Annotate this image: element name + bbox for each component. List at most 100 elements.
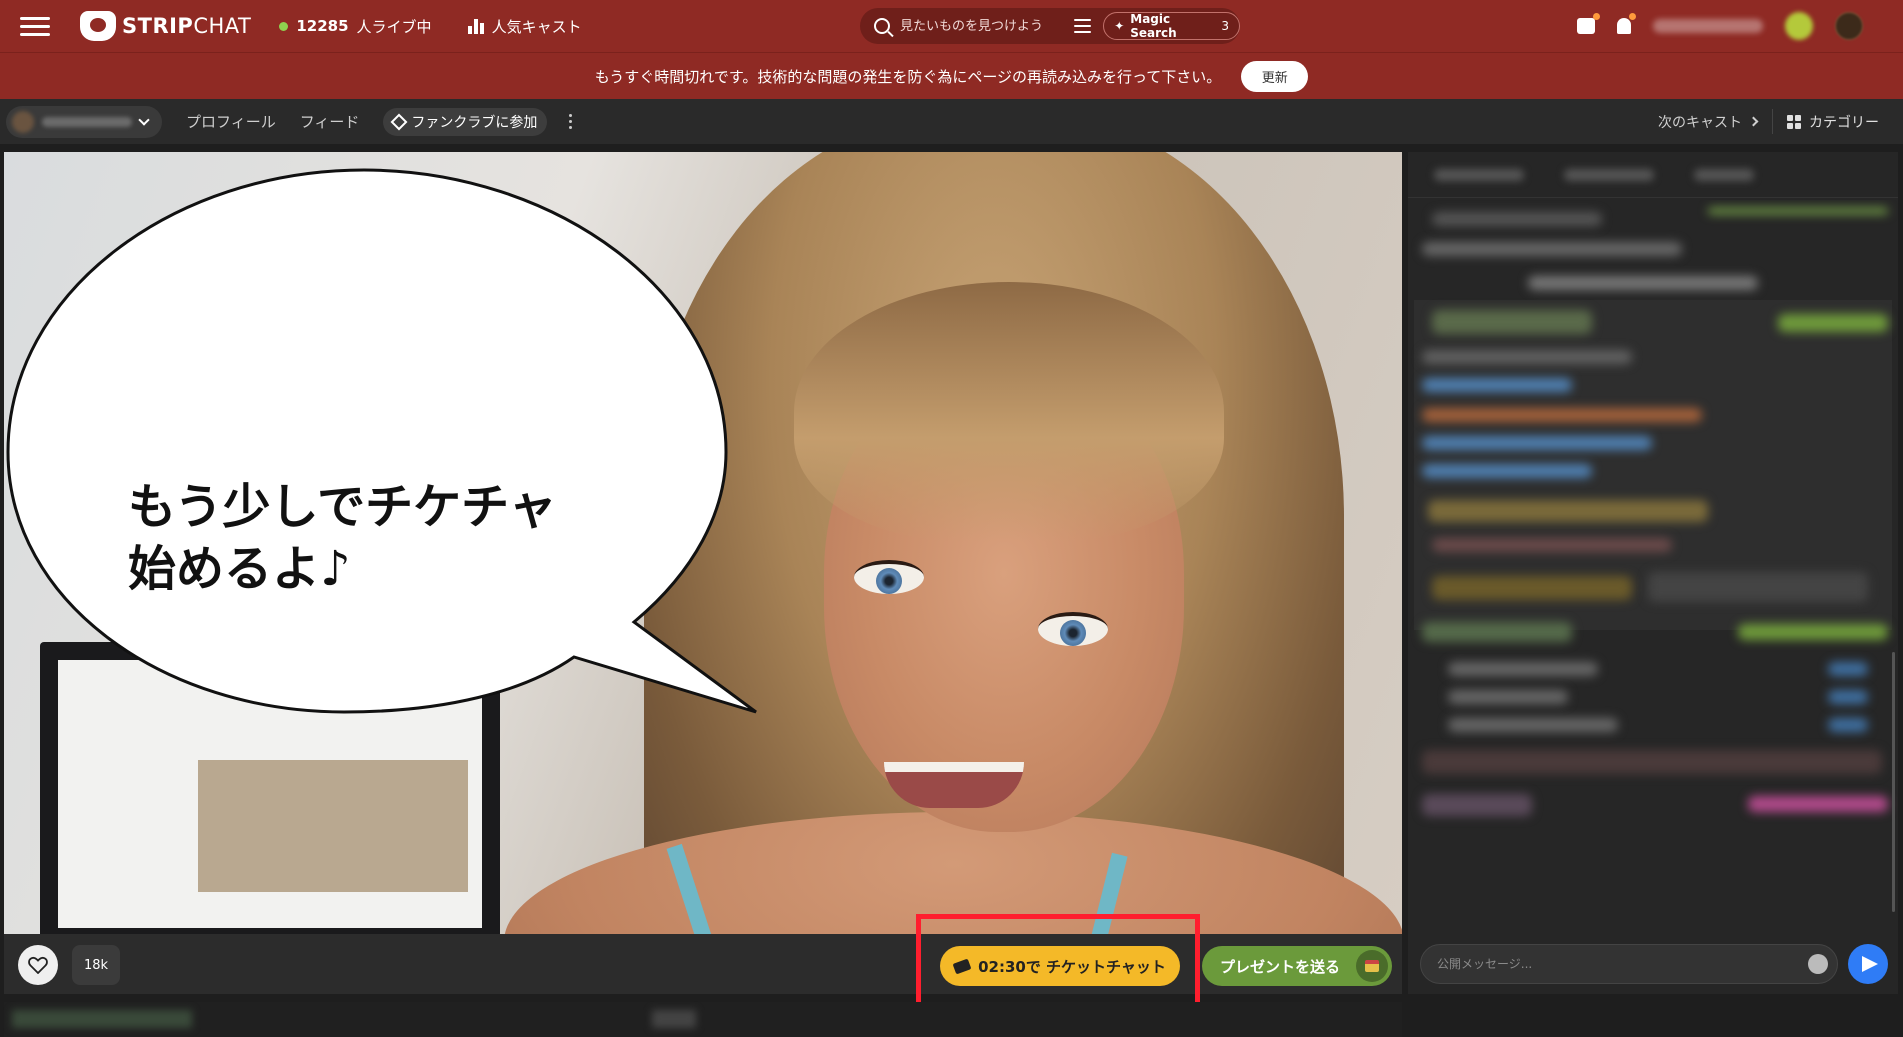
model-selector[interactable]: [6, 105, 162, 138]
chat-row: [1828, 662, 1868, 676]
notice-message: もうすぐ時間切れです。技術的な問題の発生を防ぐ為にページの再読み込みを行って下さ…: [594, 67, 1222, 86]
notifications-icon[interactable]: [1617, 13, 1636, 34]
chat-scrollbar[interactable]: [1892, 652, 1895, 912]
magic-search-count: 3: [1221, 19, 1229, 33]
send-gift-button[interactable]: プレゼントを送る: [1202, 946, 1392, 986]
grid-icon: [1787, 114, 1801, 129]
speech-bubble-text: もう少しでチケチャ 始めるよ♪: [128, 479, 557, 597]
magic-search-button[interactable]: ✦ Magic Search 3: [1103, 12, 1240, 40]
chat-row: [1422, 464, 1592, 478]
model-avatar: [12, 110, 34, 133]
more-options-icon[interactable]: [569, 114, 573, 129]
speech-bubble: [6, 168, 757, 714]
top-header: STRIPCHAT 12285 人ライブ中 人気キャスト ✦ Magic Sea…: [0, 0, 1903, 52]
chat-row: [1422, 378, 1572, 392]
logo-text-strip: STRIP: [122, 14, 194, 38]
model-subnav: プロフィール フィード ファンクラブに参加 次のキャスト カテゴリー: [0, 99, 1903, 144]
chat-row: [1448, 690, 1568, 704]
user-avatar[interactable]: [1835, 12, 1863, 40]
send-message-button[interactable]: [1848, 944, 1888, 984]
status-avatar[interactable]: [1785, 12, 1813, 40]
chat-row: [1432, 538, 1672, 552]
like-count: 18k: [72, 945, 120, 985]
chat-panel: [1408, 152, 1898, 994]
token-balance[interactable]: [1653, 19, 1763, 33]
chat-row: [1428, 500, 1708, 522]
chat-row: [1432, 310, 1592, 334]
category-label: カテゴリー: [1809, 114, 1879, 131]
gift-label: プレゼントを送る: [1220, 957, 1341, 976]
gift-icon: [1356, 950, 1388, 982]
reload-button[interactable]: 更新: [1241, 60, 1309, 92]
annotation-highlight-box: [916, 914, 1200, 1016]
eye-right: [1038, 612, 1108, 646]
blurred-item: [12, 1010, 192, 1028]
chat-row: [1528, 276, 1758, 290]
live-counter: 12285 人ライブ中: [279, 16, 432, 37]
tab-public-chat[interactable]: [1434, 168, 1524, 181]
chat-row: [1432, 212, 1602, 226]
logo-mark-icon: [80, 11, 116, 41]
popular-casts-link[interactable]: 人気キャスト: [467, 16, 582, 37]
chevron-down-icon: [138, 113, 150, 126]
chat-row: [1748, 796, 1888, 812]
tab-private[interactable]: [1564, 168, 1654, 181]
chat-row: [1422, 436, 1652, 450]
chat-row: [1422, 408, 1702, 422]
chat-row: [1828, 690, 1868, 704]
live-count: 12285: [296, 17, 349, 35]
sparkle-icon: ✦: [1114, 19, 1125, 33]
divider: [1772, 109, 1773, 134]
header-actions: [1577, 0, 1863, 52]
chat-row: [1422, 794, 1532, 816]
timeout-notice: もうすぐ時間切れです。技術的な問題の発生を防ぐ為にページの再読み込みを行って下さ…: [0, 52, 1903, 99]
chevron-right-icon: [1748, 116, 1759, 127]
blurred-item: [652, 1010, 696, 1028]
diamond-icon: [390, 113, 408, 130]
bangs-shape: [794, 282, 1224, 542]
page-root: STRIPCHAT 12285 人ライブ中 人気キャスト ✦ Magic Sea…: [0, 0, 1903, 1037]
chat-row: [1778, 314, 1888, 332]
tab-feed[interactable]: フィード: [300, 111, 360, 132]
video-player[interactable]: もう少しでチケチャ 始めるよ♪: [4, 152, 1402, 934]
chat-row: [1422, 350, 1632, 364]
messages-badge: [1593, 13, 1600, 20]
search-bar: ✦ Magic Search 3: [860, 8, 1240, 44]
magic-search-label: Magic Search: [1130, 12, 1177, 40]
live-dot-icon: [279, 21, 289, 31]
tab-profile[interactable]: プロフィール: [186, 111, 276, 132]
chat-row: [1422, 750, 1882, 774]
chat-row: [1432, 576, 1632, 600]
chat-row: [1448, 662, 1598, 676]
site-logo[interactable]: STRIPCHAT: [80, 11, 251, 41]
fanclub-label: ファンクラブに参加: [411, 114, 538, 131]
logo-text-chat: CHAT: [193, 14, 252, 38]
eye-left: [854, 560, 924, 594]
public-message-input[interactable]: [1420, 944, 1838, 984]
messages-icon[interactable]: [1577, 13, 1600, 34]
filter-icon[interactable]: [1074, 19, 1092, 33]
chat-row: [1648, 572, 1868, 602]
menu-icon[interactable]: [20, 16, 50, 36]
below-video-strip: [4, 1002, 1402, 1037]
chat-row: [1422, 622, 1572, 642]
chat-tabs: [1408, 152, 1898, 198]
category-button[interactable]: カテゴリー: [1787, 99, 1879, 144]
chat-row: [1708, 208, 1888, 214]
chat-row: [1738, 624, 1888, 640]
model-name: [42, 116, 132, 127]
ranking-icon: [467, 18, 484, 34]
chat-row: [1828, 718, 1868, 732]
tab-users[interactable]: [1694, 168, 1754, 181]
chat-input-area: [1408, 934, 1898, 994]
live-label: 人ライブ中: [356, 17, 432, 36]
next-cast-link[interactable]: 次のキャスト: [1658, 99, 1759, 144]
search-input[interactable]: [900, 18, 1060, 34]
search-icon: [874, 18, 890, 34]
emoji-icon[interactable]: [1808, 954, 1828, 974]
join-fanclub-button[interactable]: ファンクラブに参加: [383, 107, 548, 136]
notifications-badge: [1629, 13, 1636, 20]
chat-row: [1448, 718, 1618, 732]
like-button[interactable]: [18, 945, 58, 985]
next-cast-label: 次のキャスト: [1658, 114, 1742, 131]
